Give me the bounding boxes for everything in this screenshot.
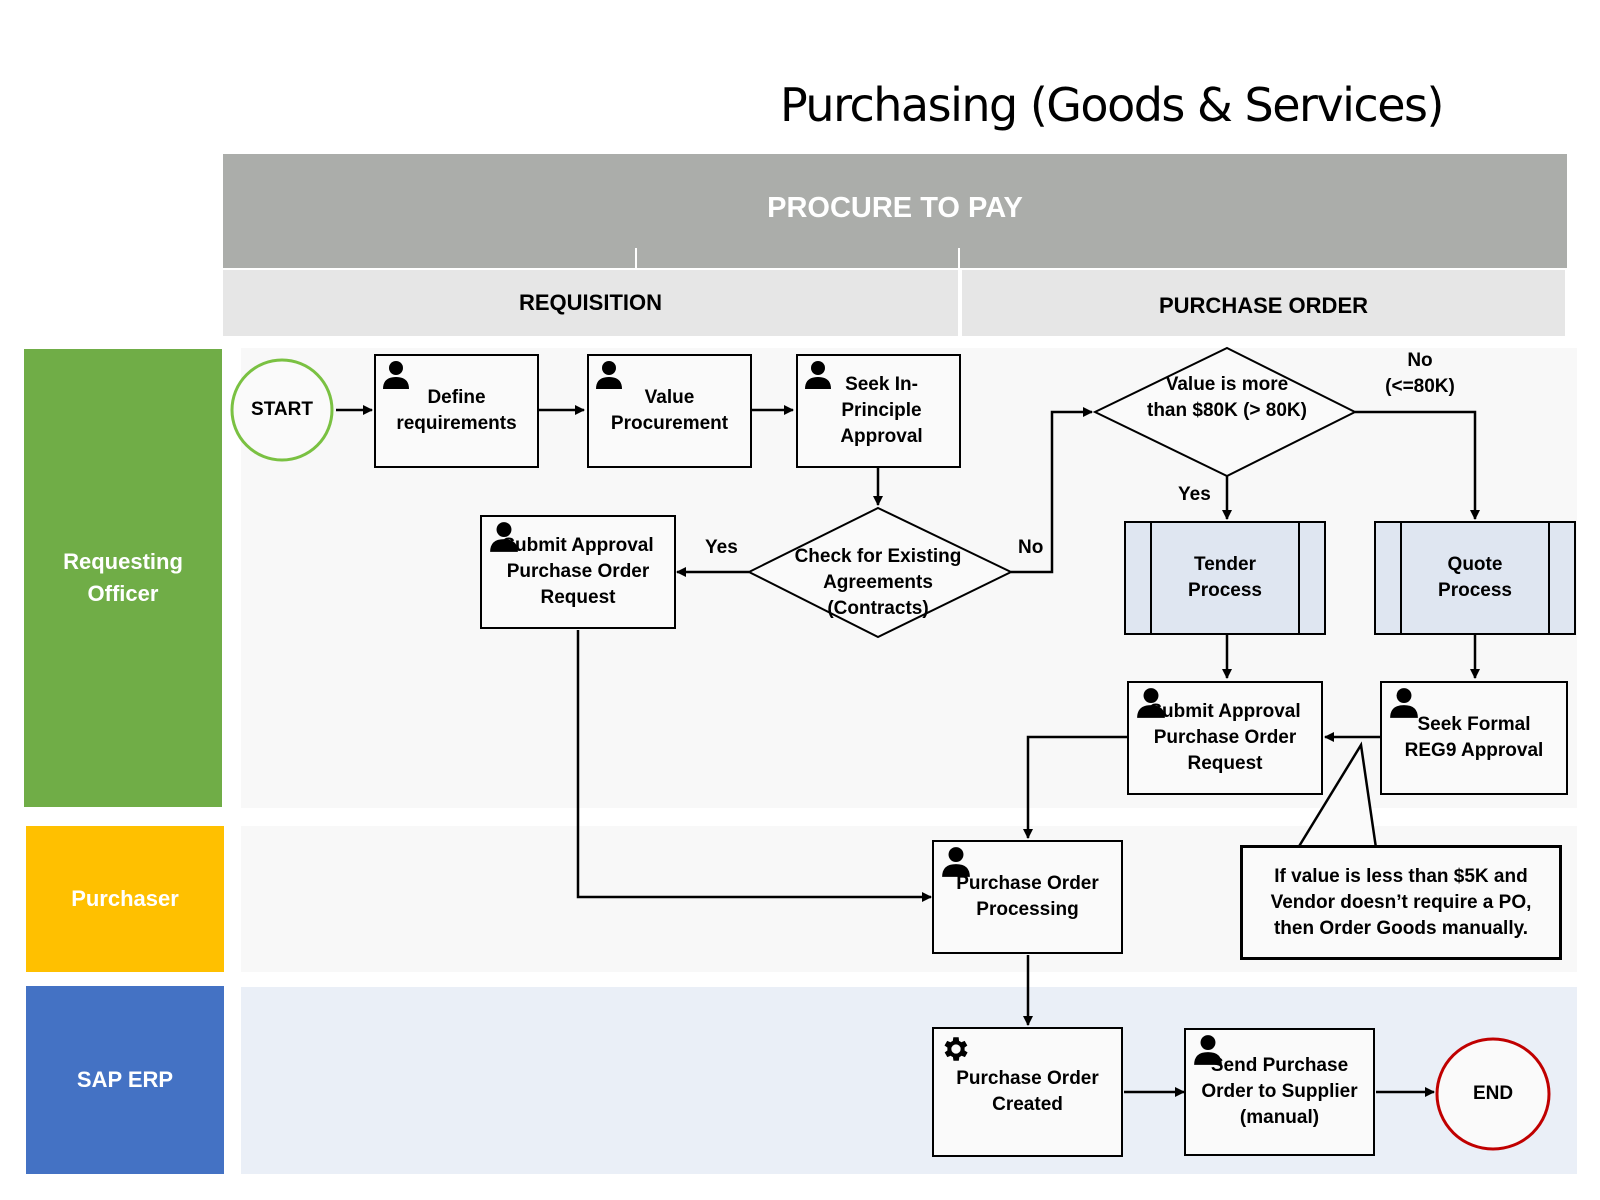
person-icon <box>940 846 972 886</box>
decision-check-agreements-label: Check for Existing Agreements (Contracts… <box>794 546 962 619</box>
subprocess-quote[interactable]: Quote Process <box>1374 521 1576 635</box>
task-send-po-to-supplier[interactable]: Send Purchase Order to Supplier (manual) <box>1184 1028 1375 1156</box>
subprocess-tender-label: Tender Process <box>1188 554 1262 601</box>
subprocess-bar <box>1150 523 1152 633</box>
task-seek-label: Seek In-Principle Approval <box>840 374 923 447</box>
person-icon <box>488 521 520 561</box>
task-submit-approval-po-request-right[interactable]: Submit Approval Purchase Order Request <box>1127 681 1323 795</box>
person-icon <box>804 360 832 398</box>
task-purchase-order-processing[interactable]: Purchase Order Processing <box>932 840 1123 954</box>
edge-submitleft-poprocessing <box>576 630 932 902</box>
subprocess-bar <box>1400 523 1402 633</box>
task-define-label: Define requirements <box>396 387 517 434</box>
start-label: START <box>251 399 313 420</box>
gear-icon <box>940 1033 972 1073</box>
task-define-requirements[interactable]: Define requirements <box>374 354 539 468</box>
end-label: END <box>1472 1083 1514 1104</box>
person-icon <box>1135 687 1167 727</box>
edge-label-yes-agreements: Yes <box>705 537 738 558</box>
subprocess-tender[interactable]: Tender Process <box>1124 521 1326 635</box>
subprocess-bar <box>1548 523 1550 633</box>
task-submit-approval-po-request-left[interactable]: Submit Approval Purchase Order Request <box>480 515 676 629</box>
task-po-created-label: Purchase Order Created <box>956 1068 1099 1115</box>
annotation-note-text: If value is less than $5K and Vendor doe… <box>1270 865 1532 939</box>
edge-label-yes-value: Yes <box>1178 484 1211 505</box>
person-icon <box>382 360 410 398</box>
subprocess-quote-label: Quote Process <box>1438 554 1512 601</box>
edge-label-no-value: No (<=80K) <box>1385 350 1455 397</box>
annotation-note: If value is less than $5K and Vendor doe… <box>1240 845 1562 960</box>
decision-value-threshold-label: Value is more than $80K (> 80K) <box>1147 374 1307 421</box>
edge-submit-poprocessing <box>1023 735 1127 839</box>
task-value-label: Value Procurement <box>610 387 729 434</box>
task-submit-left-label: Submit Approval Purchase Order Request <box>502 535 654 608</box>
task-seek-in-principle-approval[interactable]: Seek In-Principle Approval <box>796 354 961 468</box>
person-icon <box>1192 1034 1224 1074</box>
person-icon <box>1388 687 1420 727</box>
task-submit-right-label: Submit Approval Purchase Order Request <box>1149 701 1301 774</box>
edge-label-no-agreements: No <box>1018 537 1044 558</box>
task-value-procurement[interactable]: Value Procurement <box>587 354 752 468</box>
person-icon <box>595 360 623 398</box>
subprocess-bar <box>1298 523 1300 633</box>
task-purchase-order-created[interactable]: Purchase Order Created <box>932 1027 1123 1157</box>
task-seek-formal-label: Seek Formal REG9 Approval <box>1404 714 1544 761</box>
edge-value-quote <box>1355 410 1480 520</box>
task-seek-formal-reg9-approval[interactable]: Seek Formal REG9 Approval <box>1380 681 1568 795</box>
